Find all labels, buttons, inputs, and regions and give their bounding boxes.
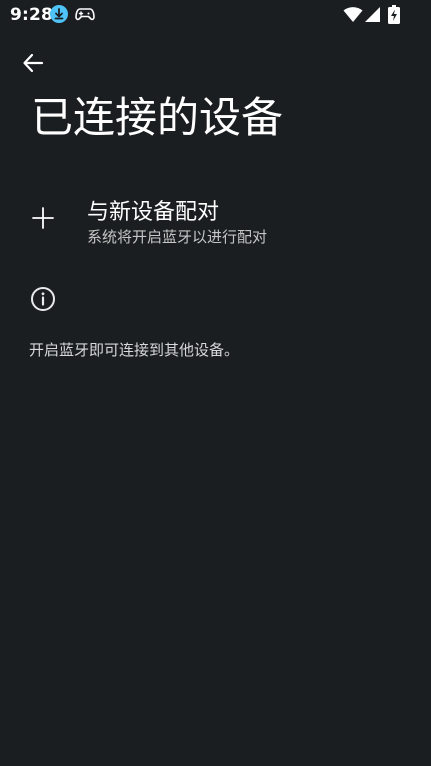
- battery-charging-icon: [388, 5, 400, 28]
- download-icon: [50, 5, 68, 27]
- pair-new-device-subtitle: 系统将开启蓝牙以进行配对: [87, 228, 268, 246]
- signal-icon: [364, 6, 381, 27]
- pair-new-device-item[interactable]: 与新设备配对 系统将开启蓝牙以进行配对: [0, 186, 431, 256]
- info-icon: [30, 286, 56, 312]
- gamepad-icon: [75, 6, 95, 26]
- status-bar: 9:28: [0, 0, 431, 30]
- plus-icon: [31, 206, 55, 230]
- pair-new-device-title: 与新设备配对: [87, 200, 220, 225]
- page-title: 已连接的设备: [31, 93, 284, 142]
- arrow-back-icon: [23, 53, 44, 73]
- info-text: 开启蓝牙即可连接到其他设备。: [29, 341, 240, 359]
- back-button[interactable]: [14, 44, 52, 82]
- wifi-icon: [343, 6, 363, 27]
- status-time: 9:28: [10, 5, 54, 25]
